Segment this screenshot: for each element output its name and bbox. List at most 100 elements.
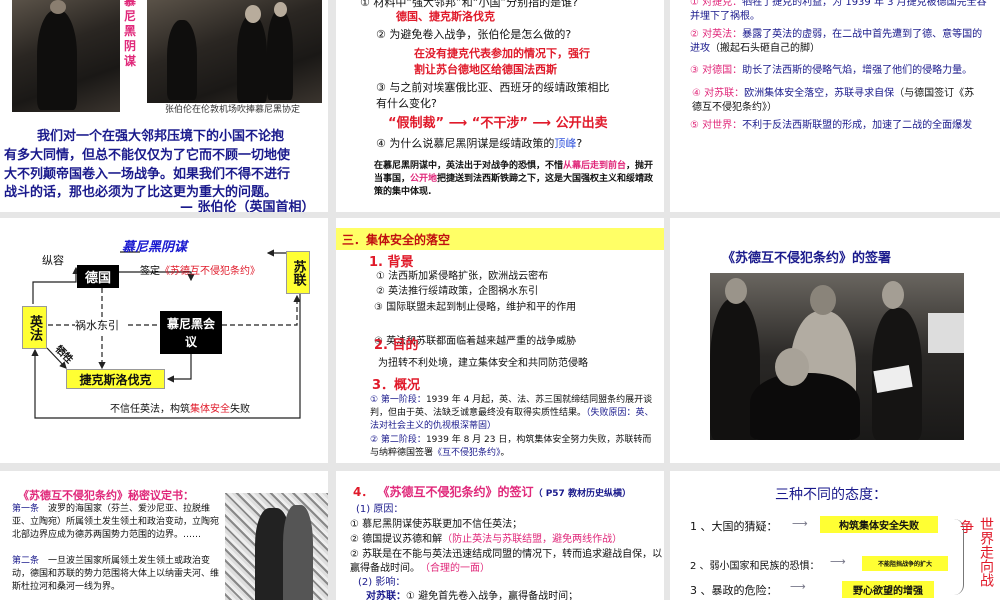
slide-thumbnail-4[interactable]: 慕尼黑阴谋 纵容 德国 签定《苏德互不侵犯条约》 苏联 英法 祸水东引 慕尼黑会… bbox=[0, 218, 328, 463]
political-cartoon bbox=[225, 493, 328, 600]
cause-note: （合理的一面） bbox=[425, 563, 490, 574]
answer-2: 在没有捷克代表参加的情况下，强行 bbox=[414, 47, 590, 60]
slide-thumbnail-1[interactable]: 慕尼黑阴谋 张伯伦在伦敦机场吹捧慕尼黑协定 我们对一个在强大邻邦压境下的小国不论… bbox=[0, 0, 328, 212]
question-4: ④ 为什么说慕尼黑阴谋是绥靖政策的顶峰? bbox=[376, 136, 582, 151]
label-sign: 签定 bbox=[140, 266, 160, 277]
node-germany: 德国 bbox=[77, 265, 119, 288]
photo-caption: 张伯伦在伦敦机场吹捧慕尼黑协定 bbox=[165, 105, 301, 115]
question-3: ③ 与之前对埃塞俄比亚、西班牙的绥靖政策相比 bbox=[376, 81, 610, 94]
summary-text: 把捷送到法西斯铁蹄之下， bbox=[437, 174, 546, 184]
question-4-text: ④ 为什么说慕尼黑阴谋是绥靖政策的 bbox=[376, 137, 555, 150]
impact-label: ⑤ 对世界： bbox=[690, 120, 743, 131]
question-2: ② 为避免卷入战争，张伯伦是怎么做的? bbox=[376, 28, 572, 41]
answer-3-step: “假制裁” bbox=[388, 116, 445, 131]
section-title: 《苏德互不侵犯条约》的签订 bbox=[377, 485, 534, 499]
article-label: 第二条 bbox=[12, 556, 40, 566]
answer-2: 割让苏台德地区给德国法西斯 bbox=[414, 63, 557, 76]
arrow-icon: ⟶ bbox=[792, 517, 808, 530]
impact-item: ④ 对苏联：欧洲集体安全落空，苏联寻求自保（与德国签订《苏德互不侵犯条约》） bbox=[692, 87, 982, 115]
impact-item: ② 对英法：暴露了英法的虚弱，在二战中首先遭到了德、意等国的进攻（搬起石头砸自己… bbox=[690, 28, 990, 56]
impact-text: 不利于反法西斯联盟的形成，加速了二战的全面爆发 bbox=[742, 120, 973, 131]
impact-text: 助长了法西斯的侵略气焰，增强了他们的侵略力量。 bbox=[742, 65, 973, 76]
cause-note: （防止英法与苏联结盟，避免两线作战） bbox=[442, 534, 623, 545]
aim-title: 2. 目的 bbox=[374, 338, 419, 353]
label-treaty: 《苏德互不侵犯条约》 bbox=[160, 266, 260, 277]
effect-text: ① 避免首先卷入战争，赢得备战时间； bbox=[406, 591, 579, 600]
label-distrust: 不信任英法，构筑集体安全失败 bbox=[110, 400, 250, 415]
photo-chamberlain-airport bbox=[147, 0, 322, 103]
quote-line: 有多大同情，但总不能仅仅为了它而不顾一切地使 bbox=[4, 148, 291, 163]
effect-label: 对苏联： bbox=[366, 591, 406, 600]
article-2: 第二条 一旦波兰国家所属领土发生领土或政治变动，德国和苏联的势力范围将大体上以纳… bbox=[12, 555, 224, 594]
label-collective-security: 集体安全 bbox=[190, 404, 230, 415]
attitude-label: 2 、弱小国家和民族的恐惧： bbox=[690, 561, 820, 572]
label-divert-east: 祸水东引 bbox=[75, 317, 119, 333]
slide-thumbnail-2[interactable]: ① 材料中“强大邻邦”和“小国”分别指的是谁? 德国、捷克斯洛伐克 ② 为避免卷… bbox=[336, 0, 664, 212]
arrow-icon: ⟶ bbox=[790, 580, 806, 593]
label-connive: 纵容 bbox=[42, 254, 64, 267]
section-header: 三．集体安全的落空 bbox=[336, 228, 664, 250]
node-uk-france: 英法 bbox=[22, 306, 47, 349]
impact-label: ② 对英法： bbox=[690, 29, 743, 40]
slide-thumbnail-3[interactable]: ① 对捷克：牺牲了捷克的利益，为 1939 年 3 月捷克被德国完全吞并埋下了祸… bbox=[670, 0, 1000, 212]
slide-thumbnail-9[interactable]: 三种不同的态度： 1 、大国的猜疑： ⟶ 构筑集体安全失败 2 、弱小国家和民族… bbox=[670, 471, 1000, 600]
aim-text: 为扭转不利处境，建立集体安全和共同防范侵略 bbox=[378, 358, 588, 369]
node-czechoslovakia: 捷克斯洛伐克 bbox=[66, 369, 165, 389]
attitude-result: 构筑集体安全失败 bbox=[820, 516, 938, 533]
attitude-label: 3 、暴政的危险： bbox=[690, 584, 778, 597]
effect-title: (2) 影响： bbox=[358, 577, 406, 588]
label-fail: 失败 bbox=[230, 404, 250, 415]
cause-title: (1) 原因： bbox=[356, 504, 404, 515]
vertical-title: 慕尼黑阴谋 bbox=[124, 0, 137, 68]
impact-item: ③ 对德国：助长了法西斯的侵略气焰，增强了他们的侵略力量。 bbox=[690, 64, 1000, 78]
diagram-title: 慕尼黑阴谋 bbox=[122, 240, 188, 255]
cause-item: ② 苏联是在不能与英法迅速结成同盟的情况下，转而追求避战自保，以赢得备战时间。 … bbox=[350, 548, 664, 576]
article-text: 一旦波兰国家所属领土发生领土或政治变动，德国和苏联的势力范围将大体上以纳雷夫河、… bbox=[12, 556, 220, 592]
photo-pact-signing bbox=[710, 273, 964, 440]
conclusion-text: 世界走向战 bbox=[978, 517, 994, 587]
conclusion-char: 争 bbox=[960, 520, 974, 536]
cause-text: ② 苏联是在不能与英法迅速结成同盟的情况下，转而追求避战自保，以赢得备战时间。 bbox=[350, 549, 663, 574]
label-distrust-text: 不信任英法，构筑 bbox=[110, 404, 190, 415]
arrow-icon: ⟶ bbox=[830, 555, 846, 568]
impact-label: ① 对捷克： bbox=[690, 0, 743, 8]
summary-highlight: 从幕后走到前台 bbox=[563, 161, 627, 171]
impact-text: 欧洲集体安全落空，苏联寻求自保 bbox=[744, 88, 895, 99]
stage-treaty: 《互不侵犯条约》 bbox=[433, 448, 501, 458]
background-item: ② 英法推行绥靖政策，企图祸水东引 bbox=[376, 286, 539, 297]
slide-thumbnail-7[interactable]: 《苏德互不侵犯条约》秘密议定书： 第一条 波罗的海国家（芬兰、爱沙尼亚、拉脱维亚… bbox=[0, 471, 328, 600]
attitude-result: 野心欲望的增强 bbox=[842, 581, 934, 598]
question-3: 有什么变化? bbox=[376, 97, 437, 110]
cause-item: ② 德国提议苏德和解（防止英法与苏联结盟，避免两线作战） bbox=[350, 533, 622, 547]
stage-label: ① 第一阶段： bbox=[370, 395, 426, 405]
slide-title: 三种不同的态度： bbox=[775, 487, 887, 503]
section-number: 4． bbox=[353, 485, 374, 499]
question-4-highlight: 顶峰 bbox=[554, 137, 577, 150]
slide-thumbnail-6[interactable]: 《苏德互不侵犯条约》的签署 bbox=[670, 218, 1000, 463]
attitude-label: 1 、大国的猜疑： bbox=[690, 520, 778, 533]
cause-item: ① 慕尼黑阴谋使苏联更加不信任英法； bbox=[350, 519, 523, 530]
impact-note: （搬起石头砸自己的脚） bbox=[710, 43, 820, 54]
stage-label: ② 第二阶段： bbox=[370, 435, 426, 445]
node-munich-conference: 慕尼黑会议 bbox=[160, 311, 222, 354]
slide-thumbnail-8[interactable]: 4． 《苏德互不侵犯条约》的签订（ P57 教材历史纵横） (1) 原因： ① … bbox=[336, 471, 664, 600]
impact-item: ① 对捷克：牺牲了捷克的利益，为 1939 年 3 月捷克被德国完全吞并埋下了祸… bbox=[690, 0, 990, 24]
quote-line: 我们对一个在强大邻邦压境下的小国不论抱 bbox=[37, 129, 285, 144]
answer-3: “假制裁” ⟶ “不干涉” ⟶ 公开出卖 bbox=[388, 116, 608, 131]
impact-label: ③ 对德国： bbox=[690, 65, 743, 76]
background-item: ③ 国际联盟未起到制止侵略，维护和平的作用 bbox=[374, 302, 577, 313]
question-4-end: ? bbox=[576, 137, 583, 150]
slide-title: 《苏德互不侵犯条约》秘密议定书： bbox=[18, 489, 194, 502]
background-item: ① 法西斯加紧侵略扩张，欧洲战云密布 bbox=[376, 271, 549, 282]
attitude-result: 不能阻挡战争的扩大 bbox=[862, 556, 948, 571]
slide-thumbnail-5[interactable]: 三．集体安全的落空 1. 背景 ① 法西斯加紧侵略扩张，欧洲战云密布 ② 英法推… bbox=[336, 218, 664, 463]
answer-3-step: “不干涉” bbox=[471, 116, 528, 131]
slide-title: 《苏德互不侵犯条约》的签署 bbox=[722, 251, 892, 266]
photo-munich-left bbox=[12, 0, 120, 112]
article-label: 第一条 bbox=[12, 504, 40, 514]
effect-item: 对苏联：① 避免首先卷入战争，赢得备战时间； bbox=[366, 590, 578, 600]
summary: 在慕尼黑阴谋中，英法出于对战争的恐惧，不惜从幕后走到前台，抛开当事国，公开地把捷… bbox=[374, 160, 654, 199]
overview-title: 3．概况 bbox=[372, 378, 421, 393]
quote-line: 大不列颠帝国卷入一场战争。如果我们不得不进行 bbox=[4, 167, 291, 182]
textbook-ref: （ P57 教材历史纵横） bbox=[533, 489, 631, 499]
